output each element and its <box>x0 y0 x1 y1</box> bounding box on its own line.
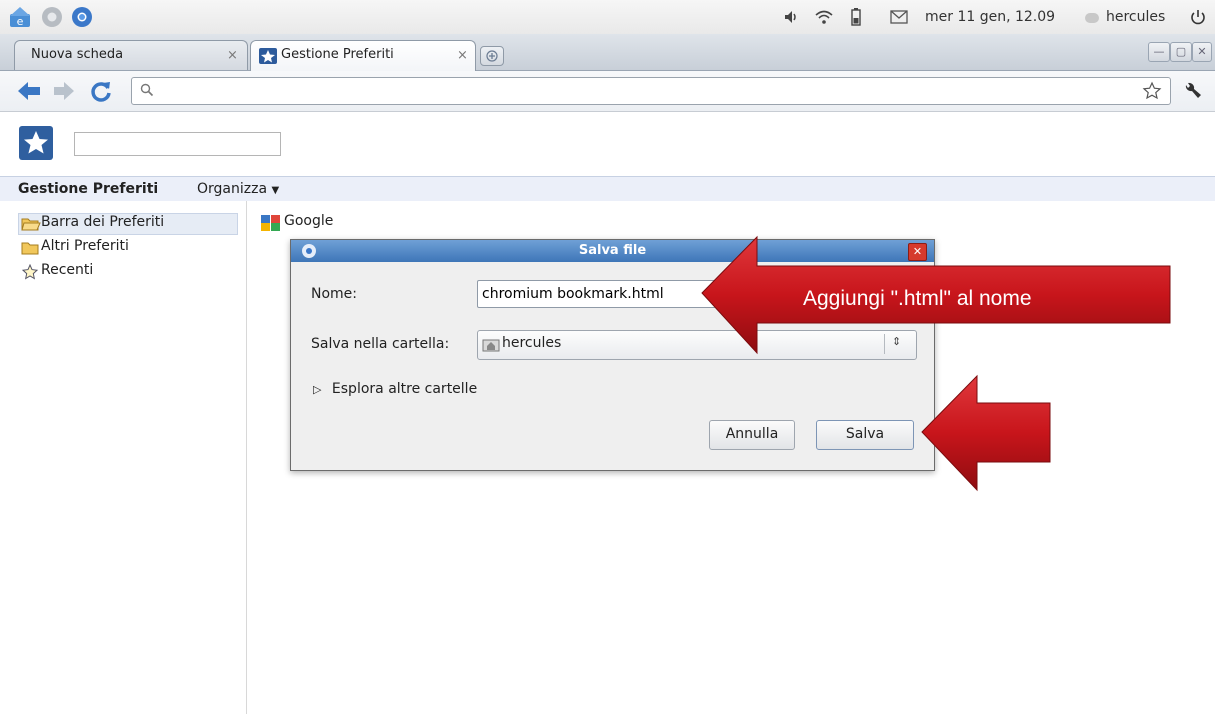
browse-folders-expander[interactable]: ▷ Esplora altre cartelle <box>313 381 477 397</box>
tree-item-label: Recenti <box>41 262 94 278</box>
close-icon[interactable]: × <box>457 48 468 63</box>
bookmark-manager-logo-icon <box>19 126 53 164</box>
wrench-menu-button[interactable] <box>1182 80 1204 106</box>
home-folder-icon <box>482 337 500 357</box>
dialog-close-button[interactable]: ✕ <box>908 243 927 261</box>
back-arrow-icon <box>18 82 40 100</box>
back-button[interactable] <box>16 80 42 106</box>
svg-text:e: e <box>17 15 24 28</box>
tab-title: Gestione Preferiti <box>281 47 394 62</box>
reload-icon <box>91 82 111 102</box>
tab-bookmark-manager[interactable]: Gestione Preferiti × <box>250 40 476 71</box>
folder-icon <box>21 240 39 260</box>
tree-item-label: Barra dei Preferiti <box>41 214 165 230</box>
combo-arrows-icon: ⇕ <box>892 335 902 348</box>
save-folder-combo[interactable]: hercules ⇕ <box>477 330 917 360</box>
chromium-launcher-icon[interactable] <box>70 5 94 29</box>
bookmark-star-icon <box>259 48 277 68</box>
plus-icon <box>486 50 498 62</box>
forward-button[interactable] <box>52 80 76 106</box>
user-menu[interactable]: hercules <box>1106 9 1165 25</box>
tree-item-bookmarks-bar[interactable]: Barra dei Preferiti <box>18 213 238 235</box>
search-icon <box>139 82 155 102</box>
save-pointer-arrow-icon <box>921 374 1051 492</box>
omnibox[interactable] <box>131 77 1171 105</box>
bookmark-search-input[interactable] <box>74 132 281 156</box>
close-window-button[interactable]: ✕ <box>1192 42 1212 62</box>
save-button[interactable]: Salva <box>816 420 914 450</box>
user-status-icon <box>1085 13 1099 23</box>
google-icon <box>261 215 281 235</box>
close-icon[interactable]: × <box>227 48 238 63</box>
tab-new-tab[interactable]: Nuova scheda × <box>14 40 248 70</box>
volume-icon[interactable] <box>782 8 800 30</box>
page-title: Gestione Preferiti <box>18 181 159 197</box>
pane-divider[interactable] <box>246 201 247 714</box>
bookmark-manager-header: Gestione Preferiti Organizza ▼ <box>0 176 1215 201</box>
close-icon: ✕ <box>912 245 923 258</box>
restore-icon: ▢ <box>1175 45 1187 58</box>
browser-launcher-icon[interactable] <box>40 5 64 29</box>
maximize-button[interactable]: ▢ <box>1170 42 1192 62</box>
folder-label: Salva nella cartella: <box>311 336 450 352</box>
new-tab-button[interactable] <box>480 46 504 66</box>
organize-menu[interactable]: Organizza ▼ <box>197 181 279 197</box>
organize-menu-label: Organizza <box>197 181 268 197</box>
save-file-dialog: Salva file ✕ Nome: Salva nella cartella:… <box>290 239 935 471</box>
dialog-title: Salva file <box>578 243 647 258</box>
star-outline-icon <box>21 263 39 284</box>
system-panel: e mer 11 gen, 12.09 hercules <box>0 0 1215 35</box>
power-icon[interactable] <box>1189 8 1207 30</box>
callout-text: Aggiungi ".html" al nome <box>803 287 1032 310</box>
clock[interactable]: mer 11 gen, 12.09 <box>925 9 1055 25</box>
minimize-icon: — <box>1153 45 1165 58</box>
dropdown-arrow-icon: ▼ <box>271 185 280 196</box>
combo-separator <box>884 334 885 354</box>
home-folder-icon[interactable]: e <box>8 5 32 29</box>
cancel-button[interactable]: Annulla <box>709 420 795 450</box>
list-item-label: Google <box>284 213 334 229</box>
tree-item-recent[interactable]: Recenti <box>19 262 237 282</box>
close-icon: ✕ <box>1197 45 1207 58</box>
tab-title: Nuova scheda <box>31 47 124 62</box>
tree-item-other-bookmarks[interactable]: Altri Preferiti <box>19 238 237 258</box>
browser-toolbar <box>0 71 1215 112</box>
dialog-titlebar[interactable]: Salva file ✕ <box>291 240 934 262</box>
folder-value: hercules <box>502 335 562 351</box>
wifi-icon[interactable] <box>814 7 834 31</box>
mail-icon[interactable] <box>890 9 908 29</box>
battery-icon[interactable] <box>850 7 862 31</box>
expander-triangle-icon: ▷ <box>313 383 322 396</box>
tree-item-label: Altri Preferiti <box>41 238 129 254</box>
reload-button[interactable] <box>89 79 113 107</box>
tab-strip: Nuova scheda × Gestione Preferiti × — ▢ … <box>0 34 1215 71</box>
forward-arrow-icon <box>54 82 74 100</box>
name-label: Nome: <box>311 286 358 302</box>
browse-folders-label: Esplora altre cartelle <box>331 381 478 397</box>
minimize-button[interactable]: — <box>1148 42 1170 62</box>
folder-open-icon <box>21 216 41 236</box>
bookmark-star-outline-icon[interactable] <box>1142 81 1162 105</box>
wrench-icon <box>1185 82 1201 98</box>
